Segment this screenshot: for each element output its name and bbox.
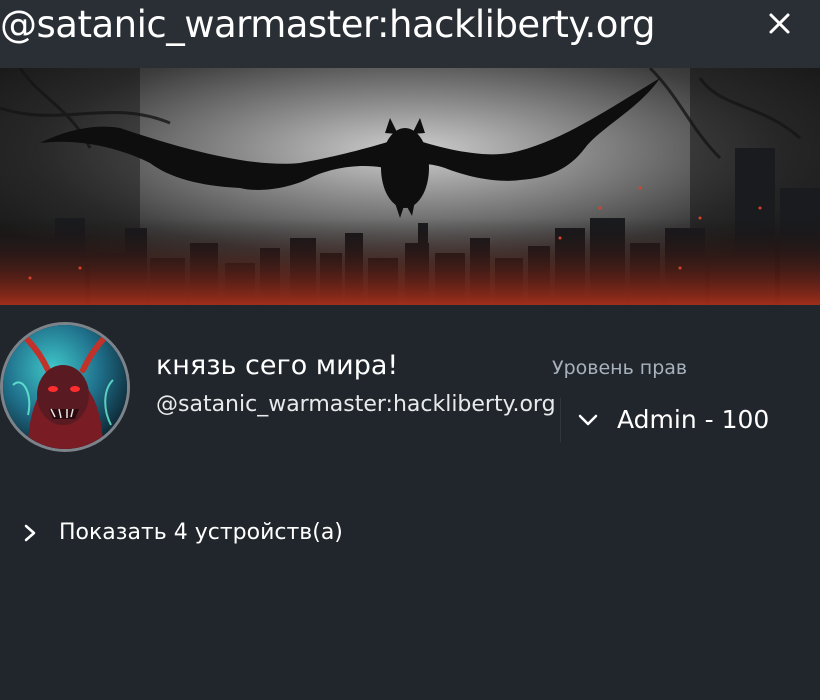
show-devices-toggle[interactable]: Показать 4 устройств(а) (10, 515, 430, 551)
display-name: князь сего мира! (156, 350, 399, 381)
close-icon (769, 13, 790, 34)
power-level-value: Admin - 100 (617, 405, 770, 434)
demon-avatar-image (3, 325, 127, 449)
profile-section: князь сего мира! @satanic_warmaster:hack… (0, 305, 820, 700)
power-level-label: Уровень прав (552, 357, 688, 379)
show-devices-label: Показать 4 устройств(а) (59, 520, 343, 545)
banner-image (0, 68, 820, 305)
user-id: @satanic_warmaster:hackliberty.org (156, 392, 556, 417)
close-button[interactable] (760, 6, 800, 42)
dialog-header: @satanic_warmaster:hackliberty.org (0, 0, 820, 68)
avatar[interactable] (0, 322, 130, 452)
dialog-title: @satanic_warmaster:hackliberty.org (0, 3, 655, 46)
power-level-select[interactable]: Admin - 100 (560, 398, 801, 442)
profile-banner (0, 68, 820, 305)
chevron-down-icon (578, 414, 598, 426)
chevron-right-icon (24, 524, 36, 542)
